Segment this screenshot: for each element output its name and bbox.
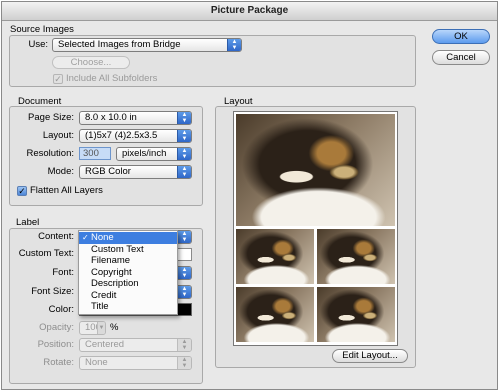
chevron-updown-icon: ▲ ▼ <box>177 112 191 124</box>
ok-button[interactable]: OK <box>432 29 490 44</box>
content-label: Content: <box>38 231 74 242</box>
chevron-updown-icon: ▲ ▼ <box>177 130 191 142</box>
include-subfolders-label: Include All Subfolders <box>66 73 158 84</box>
layout-select[interactable]: (1)5x7 (4)2.5x3.5 ▲ ▼ <box>79 129 192 143</box>
chevron-updown-icon: ▲ ▼ <box>177 231 191 243</box>
menu-item-label: Copyright <box>91 266 132 278</box>
opacity-unit: % <box>110 322 119 333</box>
mode-select[interactable]: RGB Color ▲ ▼ <box>79 165 192 179</box>
small-photo[interactable] <box>317 229 395 284</box>
flatten-layers-checkbox[interactable]: ✓ <box>17 186 27 196</box>
dialog-title: Picture Package <box>2 2 497 21</box>
font-label: Font: <box>52 267 74 278</box>
menu-item-description[interactable]: Description <box>79 278 177 290</box>
rotate-select[interactable]: None ▲ ▼ <box>79 356 192 370</box>
mode-label: Mode: <box>47 166 74 177</box>
rotate-value: None <box>85 357 108 368</box>
chevron-updown-icon: ▲ ▼ <box>177 286 191 298</box>
chevron-updown-icon: ▲ ▼ <box>177 357 191 369</box>
opacity-label: Opacity: <box>39 322 74 333</box>
small-photo[interactable] <box>317 287 395 342</box>
flatten-layers-label: Flatten All Layers <box>30 185 103 196</box>
menu-item-copyright[interactable]: Copyright <box>79 267 177 279</box>
page-size-select[interactable]: 8.0 x 10.0 in ▲ ▼ <box>79 111 192 125</box>
resolution-label: Resolution: <box>26 148 74 159</box>
opacity-select[interactable]: 100 ▼ <box>79 321 106 335</box>
edit-layout-button[interactable]: Edit Layout... <box>332 349 408 363</box>
picture-package-dialog: Picture Package OK Cancel Source Images … <box>1 1 498 390</box>
use-label: Use: <box>28 39 48 50</box>
rotate-label: Rotate: <box>43 357 74 368</box>
use-select-value: Selected Images from Bridge <box>58 39 181 50</box>
layout-page <box>233 111 398 346</box>
page-size-value: 8.0 x 10.0 in <box>85 112 137 123</box>
position-select[interactable]: Centered ▲ ▼ <box>79 338 192 352</box>
custom-text-label: Custom Text: <box>18 248 74 259</box>
chevron-updown-icon: ▲ ▼ <box>177 339 191 351</box>
layout-label: Layout: <box>42 130 74 141</box>
chevron-updown-icon: ▲ ▼ <box>227 39 241 51</box>
checkmark-icon: ✓ <box>82 233 89 242</box>
source-images-legend: Source Images <box>10 24 74 35</box>
resolution-input[interactable]: 300 <box>79 147 111 160</box>
menu-item-none[interactable]: ✓ None <box>79 232 177 244</box>
page-size-label: Page Size: <box>28 112 74 123</box>
resolution-unit-value: pixels/inch <box>122 148 167 159</box>
menu-item-label: Description <box>91 278 139 289</box>
menu-item-label: None <box>91 232 114 243</box>
menu-item-label: Credit <box>91 289 117 301</box>
menu-item-label: Custom Text <box>91 243 144 255</box>
include-subfolders-checkbox[interactable]: ✓ <box>53 74 63 84</box>
cancel-button[interactable]: Cancel <box>432 50 490 65</box>
font-size-label: Font Size: <box>31 286 74 297</box>
chevron-updown-icon: ▲ ▼ <box>177 148 191 160</box>
menu-item-custom-text[interactable]: Custom Text <box>79 244 177 256</box>
choose-button[interactable]: Choose... <box>52 56 130 69</box>
chevron-updown-icon: ▲ ▼ <box>177 166 191 178</box>
chevron-updown-icon: ▲ ▼ <box>177 267 191 279</box>
layout-value: (1)5x7 (4)2.5x3.5 <box>85 130 158 141</box>
small-photo[interactable] <box>236 287 314 342</box>
resolution-unit-select[interactable]: pixels/inch ▲ ▼ <box>116 147 192 161</box>
menu-item-credit[interactable]: Credit <box>79 290 177 302</box>
position-value: Centered <box>85 339 125 350</box>
position-label: Position: <box>37 339 74 350</box>
content-dropdown-menu: ✓ None Custom Text Filename Copyright De… <box>78 230 178 315</box>
menu-item-filename[interactable]: Filename <box>79 255 177 267</box>
label-legend: Label <box>16 217 40 228</box>
menu-item-title[interactable]: Title <box>79 301 177 313</box>
chevron-down-icon: ▼ <box>97 322 105 334</box>
small-photo[interactable] <box>236 229 314 284</box>
use-select[interactable]: Selected Images from Bridge ▲ ▼ <box>52 38 242 52</box>
color-label: Color: <box>48 304 74 315</box>
mode-value: RGB Color <box>85 166 131 177</box>
menu-item-label: Title <box>91 301 109 312</box>
large-photo[interactable] <box>236 114 395 226</box>
menu-item-label: Filename <box>91 255 131 266</box>
